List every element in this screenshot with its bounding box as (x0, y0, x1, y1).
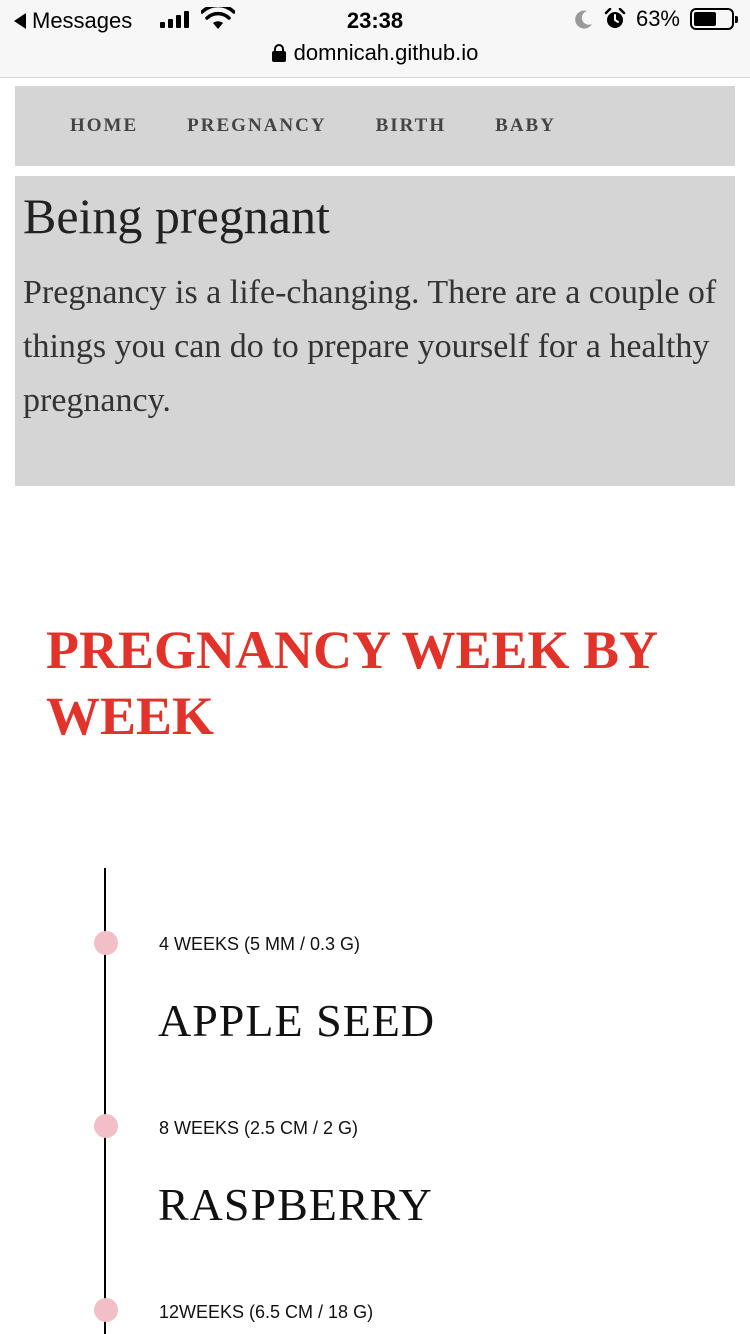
battery-icon (690, 8, 738, 30)
page-title: Being pregnant (23, 188, 330, 244)
section-title: PREGNANCY WEEK BY WEEK (46, 620, 657, 746)
timeline-dot (94, 1298, 118, 1322)
status-bar: Messages 23:38 63% domnicah.github.io (0, 0, 750, 78)
nav-home[interactable]: HOME (70, 115, 138, 137)
url-text: domnicah.github.io (293, 40, 479, 65)
nav-pregnancy[interactable]: PREGNANCY (187, 115, 326, 137)
alarm-clock-icon (604, 8, 626, 28)
timeline-meta: 8 WEEKS (2.5 CM / 2 G) (159, 1118, 359, 1138)
nav-birth[interactable]: BIRTH (376, 115, 447, 137)
timeline-dot (94, 931, 118, 955)
timeline-fruit-name: RASPBERRY (158, 1179, 433, 1230)
lock-icon (271, 44, 286, 62)
do-not-disturb-moon-icon (575, 10, 592, 29)
intro-panel: Being pregnant Pregnancy is a life-chang… (15, 176, 735, 486)
intro-text: Pregnancy is a life-changing. There are … (23, 274, 717, 419)
timeline-fruit-name: APPLE SEED (158, 995, 436, 1046)
timeline-meta: 12WEEKS (6.5 CM / 18 G) (159, 1302, 374, 1322)
nav-baby[interactable]: BABY (495, 115, 556, 137)
timeline-dot (94, 1114, 118, 1138)
address-bar[interactable]: domnicah.github.io (0, 40, 750, 66)
battery-percent: 63% (635, 6, 680, 31)
main-nav: HOME PREGNANCY BIRTH BABY (15, 86, 735, 166)
timeline-meta: 4 WEEKS (5 MM / 0.3 G) (159, 934, 361, 954)
